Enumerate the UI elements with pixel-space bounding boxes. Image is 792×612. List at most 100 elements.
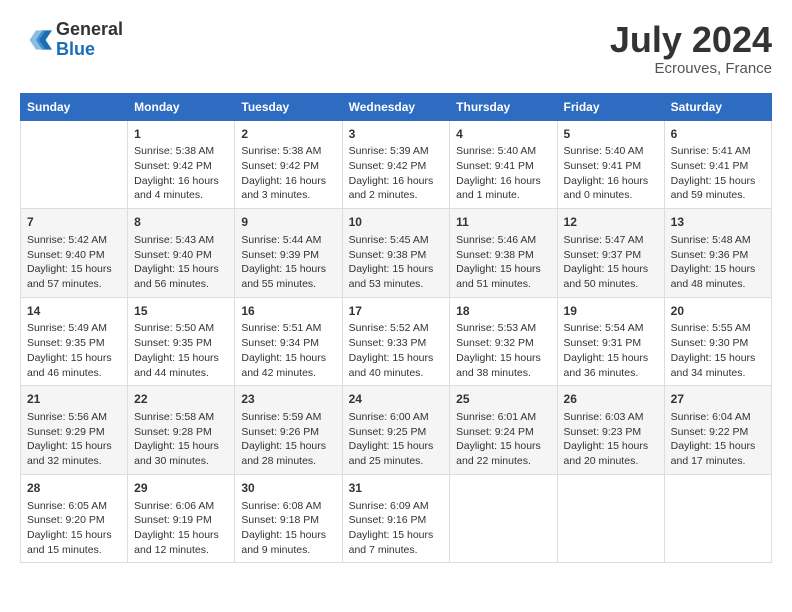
calendar-cell: 8Sunrise: 5:43 AM Sunset: 9:40 PM Daylig…	[128, 209, 235, 298]
day-info: Sunrise: 6:04 AM Sunset: 9:22 PM Dayligh…	[671, 410, 765, 469]
day-number: 20	[671, 303, 765, 320]
calendar-cell: 20Sunrise: 5:55 AM Sunset: 9:30 PM Dayli…	[664, 297, 771, 386]
day-number: 9	[241, 214, 335, 231]
day-info: Sunrise: 5:47 AM Sunset: 9:37 PM Dayligh…	[564, 233, 658, 292]
day-info: Sunrise: 5:48 AM Sunset: 9:36 PM Dayligh…	[671, 233, 765, 292]
calendar-cell: 30Sunrise: 6:08 AM Sunset: 9:18 PM Dayli…	[235, 474, 342, 563]
calendar-cell: 23Sunrise: 5:59 AM Sunset: 9:26 PM Dayli…	[235, 386, 342, 475]
header-cell-sunday: Sunday	[21, 93, 128, 120]
day-info: Sunrise: 5:41 AM Sunset: 9:41 PM Dayligh…	[671, 144, 765, 203]
calendar-cell: 28 Sunrise: 6:05 AM Sunset: 9:20 PM Dayli…	[21, 474, 128, 563]
week-row-2: 7 Sunrise: 5:42 AM Sunset: 9:40 PM Daylig…	[21, 209, 772, 298]
calendar-cell: 3Sunrise: 5:39 AM Sunset: 9:42 PM Daylig…	[342, 120, 450, 209]
day-number: 22	[134, 391, 228, 408]
calendar-cell: 12 Sunrise: 5:47 AM Sunset: 9:37 PM Dayli…	[557, 209, 664, 298]
day-info: Sunrise: 5:50 AM Sunset: 9:35 PM Dayligh…	[134, 321, 228, 380]
calendar-cell: 15Sunrise: 5:50 AM Sunset: 9:35 PM Dayli…	[128, 297, 235, 386]
day-number: 24	[349, 391, 444, 408]
location: Ecrouves, France	[610, 60, 772, 77]
calendar-cell	[557, 474, 664, 563]
day-number: 14	[27, 303, 121, 320]
calendar-cell	[21, 120, 128, 209]
day-info: Sunrise: 5:40 AM Sunset: 9:41 PM Dayligh…	[564, 144, 658, 203]
day-info: Sunrise: 5:43 AM Sunset: 9:40 PM Dayligh…	[134, 233, 228, 292]
day-number: 5	[564, 126, 658, 143]
logo-general-text: General	[56, 20, 123, 40]
calendar-cell	[450, 474, 557, 563]
day-number: 12	[564, 214, 658, 231]
day-info: Sunrise: 5:46 AM Sunset: 9:38 PM Dayligh…	[456, 233, 550, 292]
logo-icon	[20, 24, 52, 56]
day-number: 28	[27, 480, 121, 497]
day-number: 16	[241, 303, 335, 320]
day-info: Sunrise: 5:45 AM Sunset: 9:38 PM Dayligh…	[349, 233, 444, 292]
day-number: 15	[134, 303, 228, 320]
day-info: Sunrise: 5:54 AM Sunset: 9:31 PM Dayligh…	[564, 321, 658, 380]
day-info: Sunrise: 6:08 AM Sunset: 9:18 PM Dayligh…	[241, 499, 335, 558]
calendar-cell: 24 Sunrise: 6:00 AM Sunset: 9:25 PM Dayli…	[342, 386, 450, 475]
calendar-cell: 9Sunrise: 5:44 AM Sunset: 9:39 PM Daylig…	[235, 209, 342, 298]
calendar-cell	[664, 474, 771, 563]
calendar-cell: 26Sunrise: 6:03 AM Sunset: 9:23 PM Dayli…	[557, 386, 664, 475]
calendar-cell: 13 Sunrise: 5:48 AM Sunset: 9:36 PM Dayli…	[664, 209, 771, 298]
calendar-cell: 18Sunrise: 5:53 AM Sunset: 9:32 PM Dayli…	[450, 297, 557, 386]
day-info: Sunrise: 5:55 AM Sunset: 9:30 PM Dayligh…	[671, 321, 765, 380]
week-row-3: 14Sunrise: 5:49 AM Sunset: 9:35 PM Dayli…	[21, 297, 772, 386]
day-info: Sunrise: 5:58 AM Sunset: 9:28 PM Dayligh…	[134, 410, 228, 469]
day-info: Sunrise: 6:03 AM Sunset: 9:23 PM Dayligh…	[564, 410, 658, 469]
day-number: 7	[27, 214, 121, 231]
calendar-cell: 6Sunrise: 5:41 AM Sunset: 9:41 PM Daylig…	[664, 120, 771, 209]
calendar-cell: 31Sunrise: 6:09 AM Sunset: 9:16 PM Dayli…	[342, 474, 450, 563]
week-row-5: 28 Sunrise: 6:05 AM Sunset: 9:20 PM Dayli…	[21, 474, 772, 563]
title-block: July 2024 Ecrouves, France	[610, 20, 772, 77]
logo: General Blue	[20, 20, 123, 60]
day-info: Sunrise: 6:00 AM Sunset: 9:25 PM Dayligh…	[349, 410, 444, 469]
day-info: Sunrise: 5:42 AM Sunset: 9:40 PM Dayligh…	[27, 233, 121, 292]
calendar-cell: 2Sunrise: 5:38 AM Sunset: 9:42 PM Daylig…	[235, 120, 342, 209]
calendar-cell: 4Sunrise: 5:40 AM Sunset: 9:41 PM Daylig…	[450, 120, 557, 209]
calendar-cell: 21 Sunrise: 5:56 AM Sunset: 9:29 PM Dayli…	[21, 386, 128, 475]
week-row-4: 21 Sunrise: 5:56 AM Sunset: 9:29 PM Dayli…	[21, 386, 772, 475]
header-cell-wednesday: Wednesday	[342, 93, 450, 120]
day-number: 10	[349, 214, 444, 231]
header-cell-tuesday: Tuesday	[235, 93, 342, 120]
calendar-cell: 29 Sunrise: 6:06 AM Sunset: 9:19 PM Dayli…	[128, 474, 235, 563]
calendar-cell: 11 Sunrise: 5:46 AM Sunset: 9:38 PM Dayli…	[450, 209, 557, 298]
logo-blue-text: Blue	[56, 40, 123, 60]
logo-text: General Blue	[56, 20, 123, 60]
day-number: 21	[27, 391, 121, 408]
day-number: 1	[134, 126, 228, 143]
day-info: Sunrise: 6:05 AM Sunset: 9:20 PM Dayligh…	[27, 499, 121, 558]
day-info: Sunrise: 5:53 AM Sunset: 9:32 PM Dayligh…	[456, 321, 550, 380]
day-info: Sunrise: 5:52 AM Sunset: 9:33 PM Dayligh…	[349, 321, 444, 380]
day-info: Sunrise: 5:56 AM Sunset: 9:29 PM Dayligh…	[27, 410, 121, 469]
calendar-cell: 22 Sunrise: 5:58 AM Sunset: 9:28 PM Dayli…	[128, 386, 235, 475]
day-info: Sunrise: 6:06 AM Sunset: 9:19 PM Dayligh…	[134, 499, 228, 558]
month-title: July 2024	[610, 20, 772, 60]
day-number: 18	[456, 303, 550, 320]
day-info: Sunrise: 5:38 AM Sunset: 9:42 PM Dayligh…	[241, 144, 335, 203]
day-number: 27	[671, 391, 765, 408]
day-info: Sunrise: 5:59 AM Sunset: 9:26 PM Dayligh…	[241, 410, 335, 469]
day-number: 29	[134, 480, 228, 497]
day-info: Sunrise: 5:40 AM Sunset: 9:41 PM Dayligh…	[456, 144, 550, 203]
day-info: Sunrise: 5:39 AM Sunset: 9:42 PM Dayligh…	[349, 144, 444, 203]
day-info: Sunrise: 5:38 AM Sunset: 9:42 PM Dayligh…	[134, 144, 228, 203]
day-number: 3	[349, 126, 444, 143]
main-container: General Blue July 2024 Ecrouves, France …	[0, 0, 792, 573]
day-number: 11	[456, 214, 550, 231]
calendar-cell: 25 Sunrise: 6:01 AM Sunset: 9:24 PM Dayli…	[450, 386, 557, 475]
day-info: Sunrise: 5:51 AM Sunset: 9:34 PM Dayligh…	[241, 321, 335, 380]
calendar-cell: 14Sunrise: 5:49 AM Sunset: 9:35 PM Dayli…	[21, 297, 128, 386]
day-info: Sunrise: 6:01 AM Sunset: 9:24 PM Dayligh…	[456, 410, 550, 469]
header-row: SundayMondayTuesdayWednesdayThursdayFrid…	[21, 93, 772, 120]
day-number: 4	[456, 126, 550, 143]
day-number: 31	[349, 480, 444, 497]
day-number: 25	[456, 391, 550, 408]
day-info: Sunrise: 5:49 AM Sunset: 9:35 PM Dayligh…	[27, 321, 121, 380]
day-number: 19	[564, 303, 658, 320]
calendar-table: SundayMondayTuesdayWednesdayThursdayFrid…	[20, 93, 772, 564]
header-cell-monday: Monday	[128, 93, 235, 120]
calendar-cell: 10 Sunrise: 5:45 AM Sunset: 9:38 PM Dayli…	[342, 209, 450, 298]
day-number: 13	[671, 214, 765, 231]
